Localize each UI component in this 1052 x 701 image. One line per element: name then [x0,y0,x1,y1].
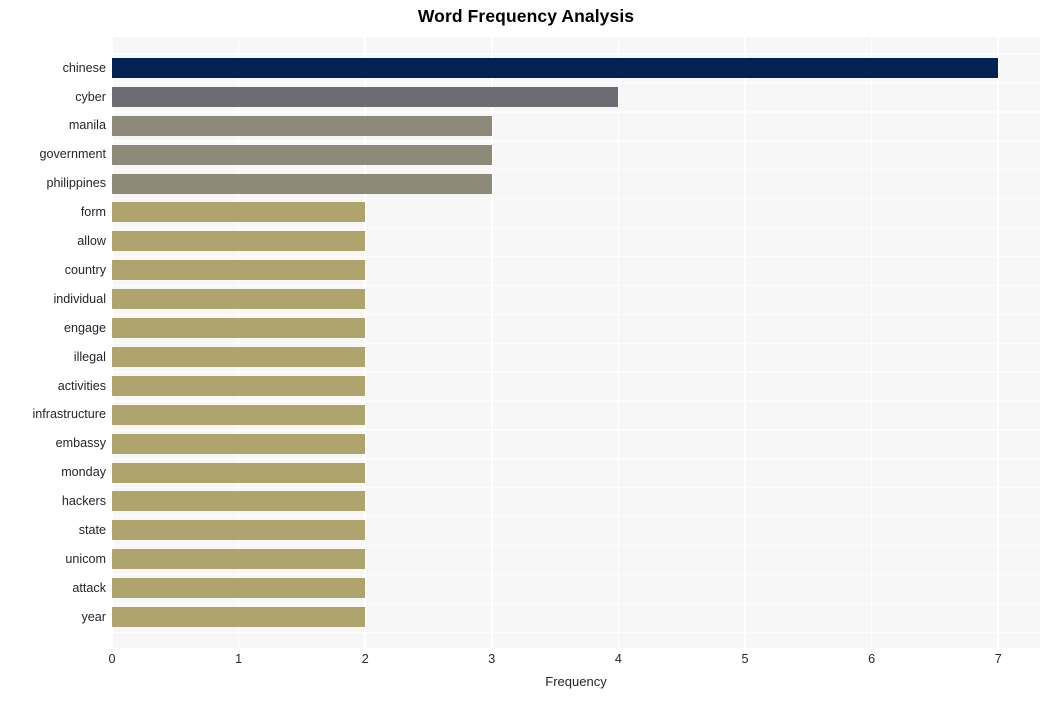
y-tick-label-cyber: cyber [75,89,106,104]
x-tick-label-1: 1 [235,652,243,666]
y-tick-label-country: country [64,262,106,277]
y-tick-label-infrastructure: infrastructure [32,407,107,422]
x-tick-label-6: 6 [868,652,876,666]
y-tick-label-illegal: illegal [73,349,106,364]
x-tick-label-5: 5 [741,652,749,666]
y-tick-label-form: form [80,205,106,220]
y-tick-label-unicom: unicom [65,551,106,566]
x-axis-tick-labels: 0 1 2 3 4 5 6 7 [0,652,1052,676]
y-tick-label-chinese: chinese [62,60,106,75]
y-tick-label-attack: attack [72,580,106,595]
y-axis-tick-labels: chinese cyber manila government philippines f… [0,37,1052,648]
y-tick-label-individual: individual [53,291,106,306]
y-tick-label-activities: activities [57,378,106,393]
y-tick-label-philippines: philippines [46,176,106,191]
y-tick-label-hackers: hackers [61,494,106,509]
x-tick-label-7: 7 [994,652,1002,666]
x-tick-label-2: 2 [361,652,369,666]
y-tick-label-state: state [78,523,106,538]
y-tick-label-monday: monday [61,465,106,480]
x-axis-label: Frequency [545,674,607,689]
x-tick-label-3: 3 [488,652,496,666]
y-tick-label-engage: engage [63,320,106,335]
y-tick-label-embassy: embassy [55,436,106,451]
x-tick-label-4: 4 [614,652,622,666]
y-tick-label-year: year [81,609,107,624]
y-tick-label-manila: manila [68,118,106,133]
page-title: Word Frequency Analysis [417,6,635,26]
x-tick-label-0: 0 [108,652,116,666]
chart-figure: Word Frequency Analysis chinese cyber mani… [0,0,1052,701]
y-tick-label-allow: allow [77,234,106,249]
y-tick-label-government: government [39,147,106,162]
